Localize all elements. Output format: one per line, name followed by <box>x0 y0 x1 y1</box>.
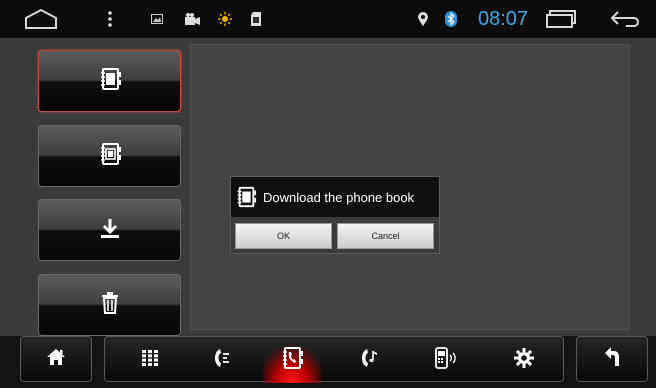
home-icon <box>46 348 66 371</box>
back-arrow-icon[interactable] <box>608 0 642 38</box>
picture-icon <box>150 0 164 38</box>
sidebar-item-phonebook[interactable] <box>38 50 181 112</box>
settings-button[interactable] <box>495 337 553 383</box>
call-log-button[interactable] <box>193 337 251 383</box>
bluetooth-icon <box>444 0 458 38</box>
dialog-header: Download the phone book <box>231 177 439 217</box>
sidebar-item-phonebook-sim[interactable] <box>38 125 181 187</box>
phonebook-icon <box>98 67 122 96</box>
dialog-title: Download the phone book <box>263 189 415 205</box>
phonebook-icon <box>235 186 257 208</box>
return-icon <box>604 346 620 372</box>
sd-card-icon <box>249 0 263 38</box>
phone-device-button[interactable] <box>417 337 475 383</box>
dock-main-bar <box>104 336 564 383</box>
trash-icon <box>101 291 119 319</box>
recent-apps-icon[interactable] <box>543 0 579 38</box>
dialpad-button[interactable] <box>121 337 179 383</box>
status-bar: 08:07 <box>0 0 656 38</box>
back-button[interactable] <box>576 336 648 382</box>
camera-icon <box>184 0 200 38</box>
contacts-button[interactable] <box>263 337 321 383</box>
music-call-icon <box>361 348 379 373</box>
call-log-icon <box>214 348 230 373</box>
phonebook-sim-icon <box>98 142 122 171</box>
ok-button[interactable]: OK <box>235 223 332 249</box>
sidebar-item-download[interactable] <box>38 199 181 261</box>
home-button[interactable] <box>20 336 92 382</box>
location-icon <box>416 0 430 38</box>
overflow-menu-icon[interactable] <box>104 0 116 38</box>
clock: 08:07 <box>478 8 529 30</box>
settings-icon <box>514 347 534 373</box>
phone-device-icon <box>435 346 457 374</box>
download-icon <box>99 217 121 244</box>
sidebar-item-delete[interactable] <box>38 274 181 336</box>
cancel-button[interactable]: Cancel <box>337 223 434 249</box>
home-outline-icon[interactable] <box>22 0 60 38</box>
brightness-icon <box>217 0 233 38</box>
dialpad-icon <box>142 349 158 371</box>
music-call-button[interactable] <box>341 337 399 383</box>
download-dialog: Download the phone book OK Cancel <box>230 176 440 254</box>
contacts-icon <box>280 346 304 375</box>
